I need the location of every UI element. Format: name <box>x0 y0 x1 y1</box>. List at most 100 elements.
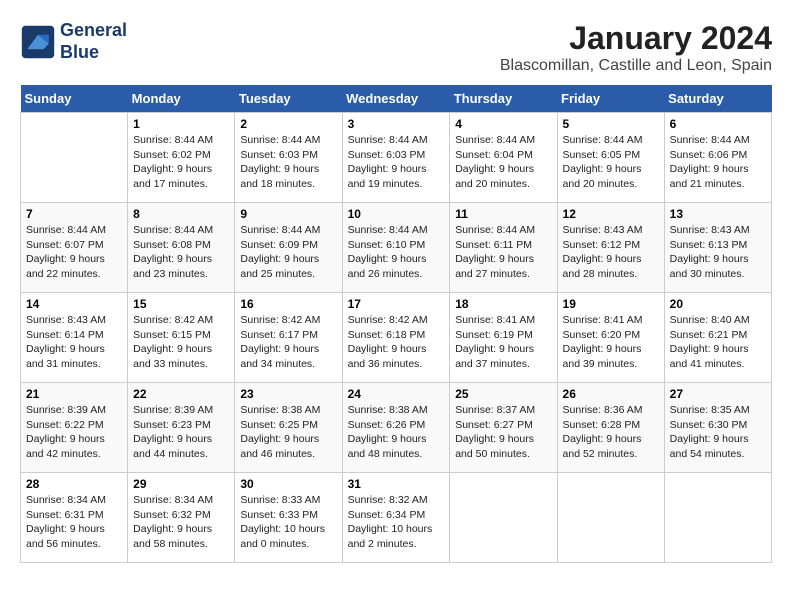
calendar-cell: 12 Sunrise: 8:43 AMSunset: 6:12 PMDaylig… <box>557 203 664 293</box>
day-info: Sunrise: 8:42 AMSunset: 6:17 PMDaylight:… <box>240 313 336 372</box>
day-info: Sunrise: 8:37 AMSunset: 6:27 PMDaylight:… <box>455 403 551 462</box>
week-row-2: 7 Sunrise: 8:44 AMSunset: 6:07 PMDayligh… <box>21 203 772 293</box>
calendar-cell: 15 Sunrise: 8:42 AMSunset: 6:15 PMDaylig… <box>128 293 235 383</box>
calendar-cell: 31 Sunrise: 8:32 AMSunset: 6:34 PMDaylig… <box>342 473 450 563</box>
day-info: Sunrise: 8:33 AMSunset: 6:33 PMDaylight:… <box>240 493 336 552</box>
day-info: Sunrise: 8:34 AMSunset: 6:31 PMDaylight:… <box>26 493 122 552</box>
calendar-cell <box>557 473 664 563</box>
day-info: Sunrise: 8:44 AMSunset: 6:06 PMDaylight:… <box>670 133 766 192</box>
day-number: 26 <box>563 387 659 401</box>
calendar-cell: 24 Sunrise: 8:38 AMSunset: 6:26 PMDaylig… <box>342 383 450 473</box>
calendar-cell: 23 Sunrise: 8:38 AMSunset: 6:25 PMDaylig… <box>235 383 342 473</box>
day-info: Sunrise: 8:44 AMSunset: 6:09 PMDaylight:… <box>240 223 336 282</box>
day-number: 2 <box>240 117 336 131</box>
week-row-4: 21 Sunrise: 8:39 AMSunset: 6:22 PMDaylig… <box>21 383 772 473</box>
day-number: 29 <box>133 477 229 491</box>
month-title: January 2024 <box>500 20 772 57</box>
day-number: 18 <box>455 297 551 311</box>
week-row-5: 28 Sunrise: 8:34 AMSunset: 6:31 PMDaylig… <box>21 473 772 563</box>
day-info: Sunrise: 8:41 AMSunset: 6:20 PMDaylight:… <box>563 313 659 372</box>
day-info: Sunrise: 8:32 AMSunset: 6:34 PMDaylight:… <box>348 493 445 552</box>
day-info: Sunrise: 8:39 AMSunset: 6:23 PMDaylight:… <box>133 403 229 462</box>
calendar-cell: 9 Sunrise: 8:44 AMSunset: 6:09 PMDayligh… <box>235 203 342 293</box>
day-number: 14 <box>26 297 122 311</box>
page-header: General Blue January 2024 Blascomillan, … <box>20 20 772 75</box>
calendar-cell: 6 Sunrise: 8:44 AMSunset: 6:06 PMDayligh… <box>664 113 771 203</box>
day-number: 1 <box>133 117 229 131</box>
day-info: Sunrise: 8:34 AMSunset: 6:32 PMDaylight:… <box>133 493 229 552</box>
calendar-cell: 8 Sunrise: 8:44 AMSunset: 6:08 PMDayligh… <box>128 203 235 293</box>
day-info: Sunrise: 8:43 AMSunset: 6:12 PMDaylight:… <box>563 223 659 282</box>
calendar-cell: 4 Sunrise: 8:44 AMSunset: 6:04 PMDayligh… <box>450 113 557 203</box>
calendar-cell: 3 Sunrise: 8:44 AMSunset: 6:03 PMDayligh… <box>342 113 450 203</box>
calendar-cell: 1 Sunrise: 8:44 AMSunset: 6:02 PMDayligh… <box>128 113 235 203</box>
day-number: 10 <box>348 207 445 221</box>
day-number: 30 <box>240 477 336 491</box>
day-number: 22 <box>133 387 229 401</box>
day-info: Sunrise: 8:36 AMSunset: 6:28 PMDaylight:… <box>563 403 659 462</box>
day-number: 21 <box>26 387 122 401</box>
logo-icon <box>20 24 56 60</box>
day-number: 15 <box>133 297 229 311</box>
day-info: Sunrise: 8:43 AMSunset: 6:14 PMDaylight:… <box>26 313 122 372</box>
week-row-3: 14 Sunrise: 8:43 AMSunset: 6:14 PMDaylig… <box>21 293 772 383</box>
day-number: 11 <box>455 207 551 221</box>
calendar-cell <box>450 473 557 563</box>
day-number: 19 <box>563 297 659 311</box>
weekday-header-monday: Monday <box>128 85 235 113</box>
calendar-cell: 14 Sunrise: 8:43 AMSunset: 6:14 PMDaylig… <box>21 293 128 383</box>
day-number: 20 <box>670 297 766 311</box>
day-info: Sunrise: 8:35 AMSunset: 6:30 PMDaylight:… <box>670 403 766 462</box>
calendar-cell: 10 Sunrise: 8:44 AMSunset: 6:10 PMDaylig… <box>342 203 450 293</box>
calendar-cell: 17 Sunrise: 8:42 AMSunset: 6:18 PMDaylig… <box>342 293 450 383</box>
day-number: 17 <box>348 297 445 311</box>
day-info: Sunrise: 8:42 AMSunset: 6:18 PMDaylight:… <box>348 313 445 372</box>
title-section: January 2024 Blascomillan, Castille and … <box>500 20 772 75</box>
day-number: 28 <box>26 477 122 491</box>
weekday-header-friday: Friday <box>557 85 664 113</box>
week-row-1: 1 Sunrise: 8:44 AMSunset: 6:02 PMDayligh… <box>21 113 772 203</box>
calendar-cell: 7 Sunrise: 8:44 AMSunset: 6:07 PMDayligh… <box>21 203 128 293</box>
calendar-cell: 22 Sunrise: 8:39 AMSunset: 6:23 PMDaylig… <box>128 383 235 473</box>
day-info: Sunrise: 8:44 AMSunset: 6:10 PMDaylight:… <box>348 223 445 282</box>
day-number: 16 <box>240 297 336 311</box>
day-info: Sunrise: 8:44 AMSunset: 6:03 PMDaylight:… <box>348 133 445 192</box>
day-info: Sunrise: 8:43 AMSunset: 6:13 PMDaylight:… <box>670 223 766 282</box>
day-number: 24 <box>348 387 445 401</box>
day-number: 23 <box>240 387 336 401</box>
day-info: Sunrise: 8:39 AMSunset: 6:22 PMDaylight:… <box>26 403 122 462</box>
calendar-cell: 16 Sunrise: 8:42 AMSunset: 6:17 PMDaylig… <box>235 293 342 383</box>
day-info: Sunrise: 8:44 AMSunset: 6:11 PMDaylight:… <box>455 223 551 282</box>
day-number: 4 <box>455 117 551 131</box>
calendar-cell: 26 Sunrise: 8:36 AMSunset: 6:28 PMDaylig… <box>557 383 664 473</box>
calendar-cell: 5 Sunrise: 8:44 AMSunset: 6:05 PMDayligh… <box>557 113 664 203</box>
location-title: Blascomillan, Castille and Leon, Spain <box>500 57 772 75</box>
calendar-cell: 27 Sunrise: 8:35 AMSunset: 6:30 PMDaylig… <box>664 383 771 473</box>
day-number: 25 <box>455 387 551 401</box>
calendar-cell: 20 Sunrise: 8:40 AMSunset: 6:21 PMDaylig… <box>664 293 771 383</box>
calendar-cell: 13 Sunrise: 8:43 AMSunset: 6:13 PMDaylig… <box>664 203 771 293</box>
weekday-header-tuesday: Tuesday <box>235 85 342 113</box>
calendar-cell: 25 Sunrise: 8:37 AMSunset: 6:27 PMDaylig… <box>450 383 557 473</box>
day-number: 7 <box>26 207 122 221</box>
calendar-cell: 11 Sunrise: 8:44 AMSunset: 6:11 PMDaylig… <box>450 203 557 293</box>
day-info: Sunrise: 8:44 AMSunset: 6:03 PMDaylight:… <box>240 133 336 192</box>
weekday-header-sunday: Sunday <box>21 85 128 113</box>
calendar-cell: 29 Sunrise: 8:34 AMSunset: 6:32 PMDaylig… <box>128 473 235 563</box>
weekday-header-row: SundayMondayTuesdayWednesdayThursdayFrid… <box>21 85 772 113</box>
day-info: Sunrise: 8:44 AMSunset: 6:02 PMDaylight:… <box>133 133 229 192</box>
weekday-header-wednesday: Wednesday <box>342 85 450 113</box>
day-number: 8 <box>133 207 229 221</box>
day-number: 9 <box>240 207 336 221</box>
calendar-table: SundayMondayTuesdayWednesdayThursdayFrid… <box>20 85 772 563</box>
logo-text: General Blue <box>60 20 127 63</box>
day-info: Sunrise: 8:41 AMSunset: 6:19 PMDaylight:… <box>455 313 551 372</box>
day-info: Sunrise: 8:44 AMSunset: 6:05 PMDaylight:… <box>563 133 659 192</box>
calendar-cell: 19 Sunrise: 8:41 AMSunset: 6:20 PMDaylig… <box>557 293 664 383</box>
day-number: 5 <box>563 117 659 131</box>
day-number: 27 <box>670 387 766 401</box>
day-info: Sunrise: 8:40 AMSunset: 6:21 PMDaylight:… <box>670 313 766 372</box>
day-info: Sunrise: 8:42 AMSunset: 6:15 PMDaylight:… <box>133 313 229 372</box>
day-info: Sunrise: 8:44 AMSunset: 6:08 PMDaylight:… <box>133 223 229 282</box>
calendar-cell <box>21 113 128 203</box>
